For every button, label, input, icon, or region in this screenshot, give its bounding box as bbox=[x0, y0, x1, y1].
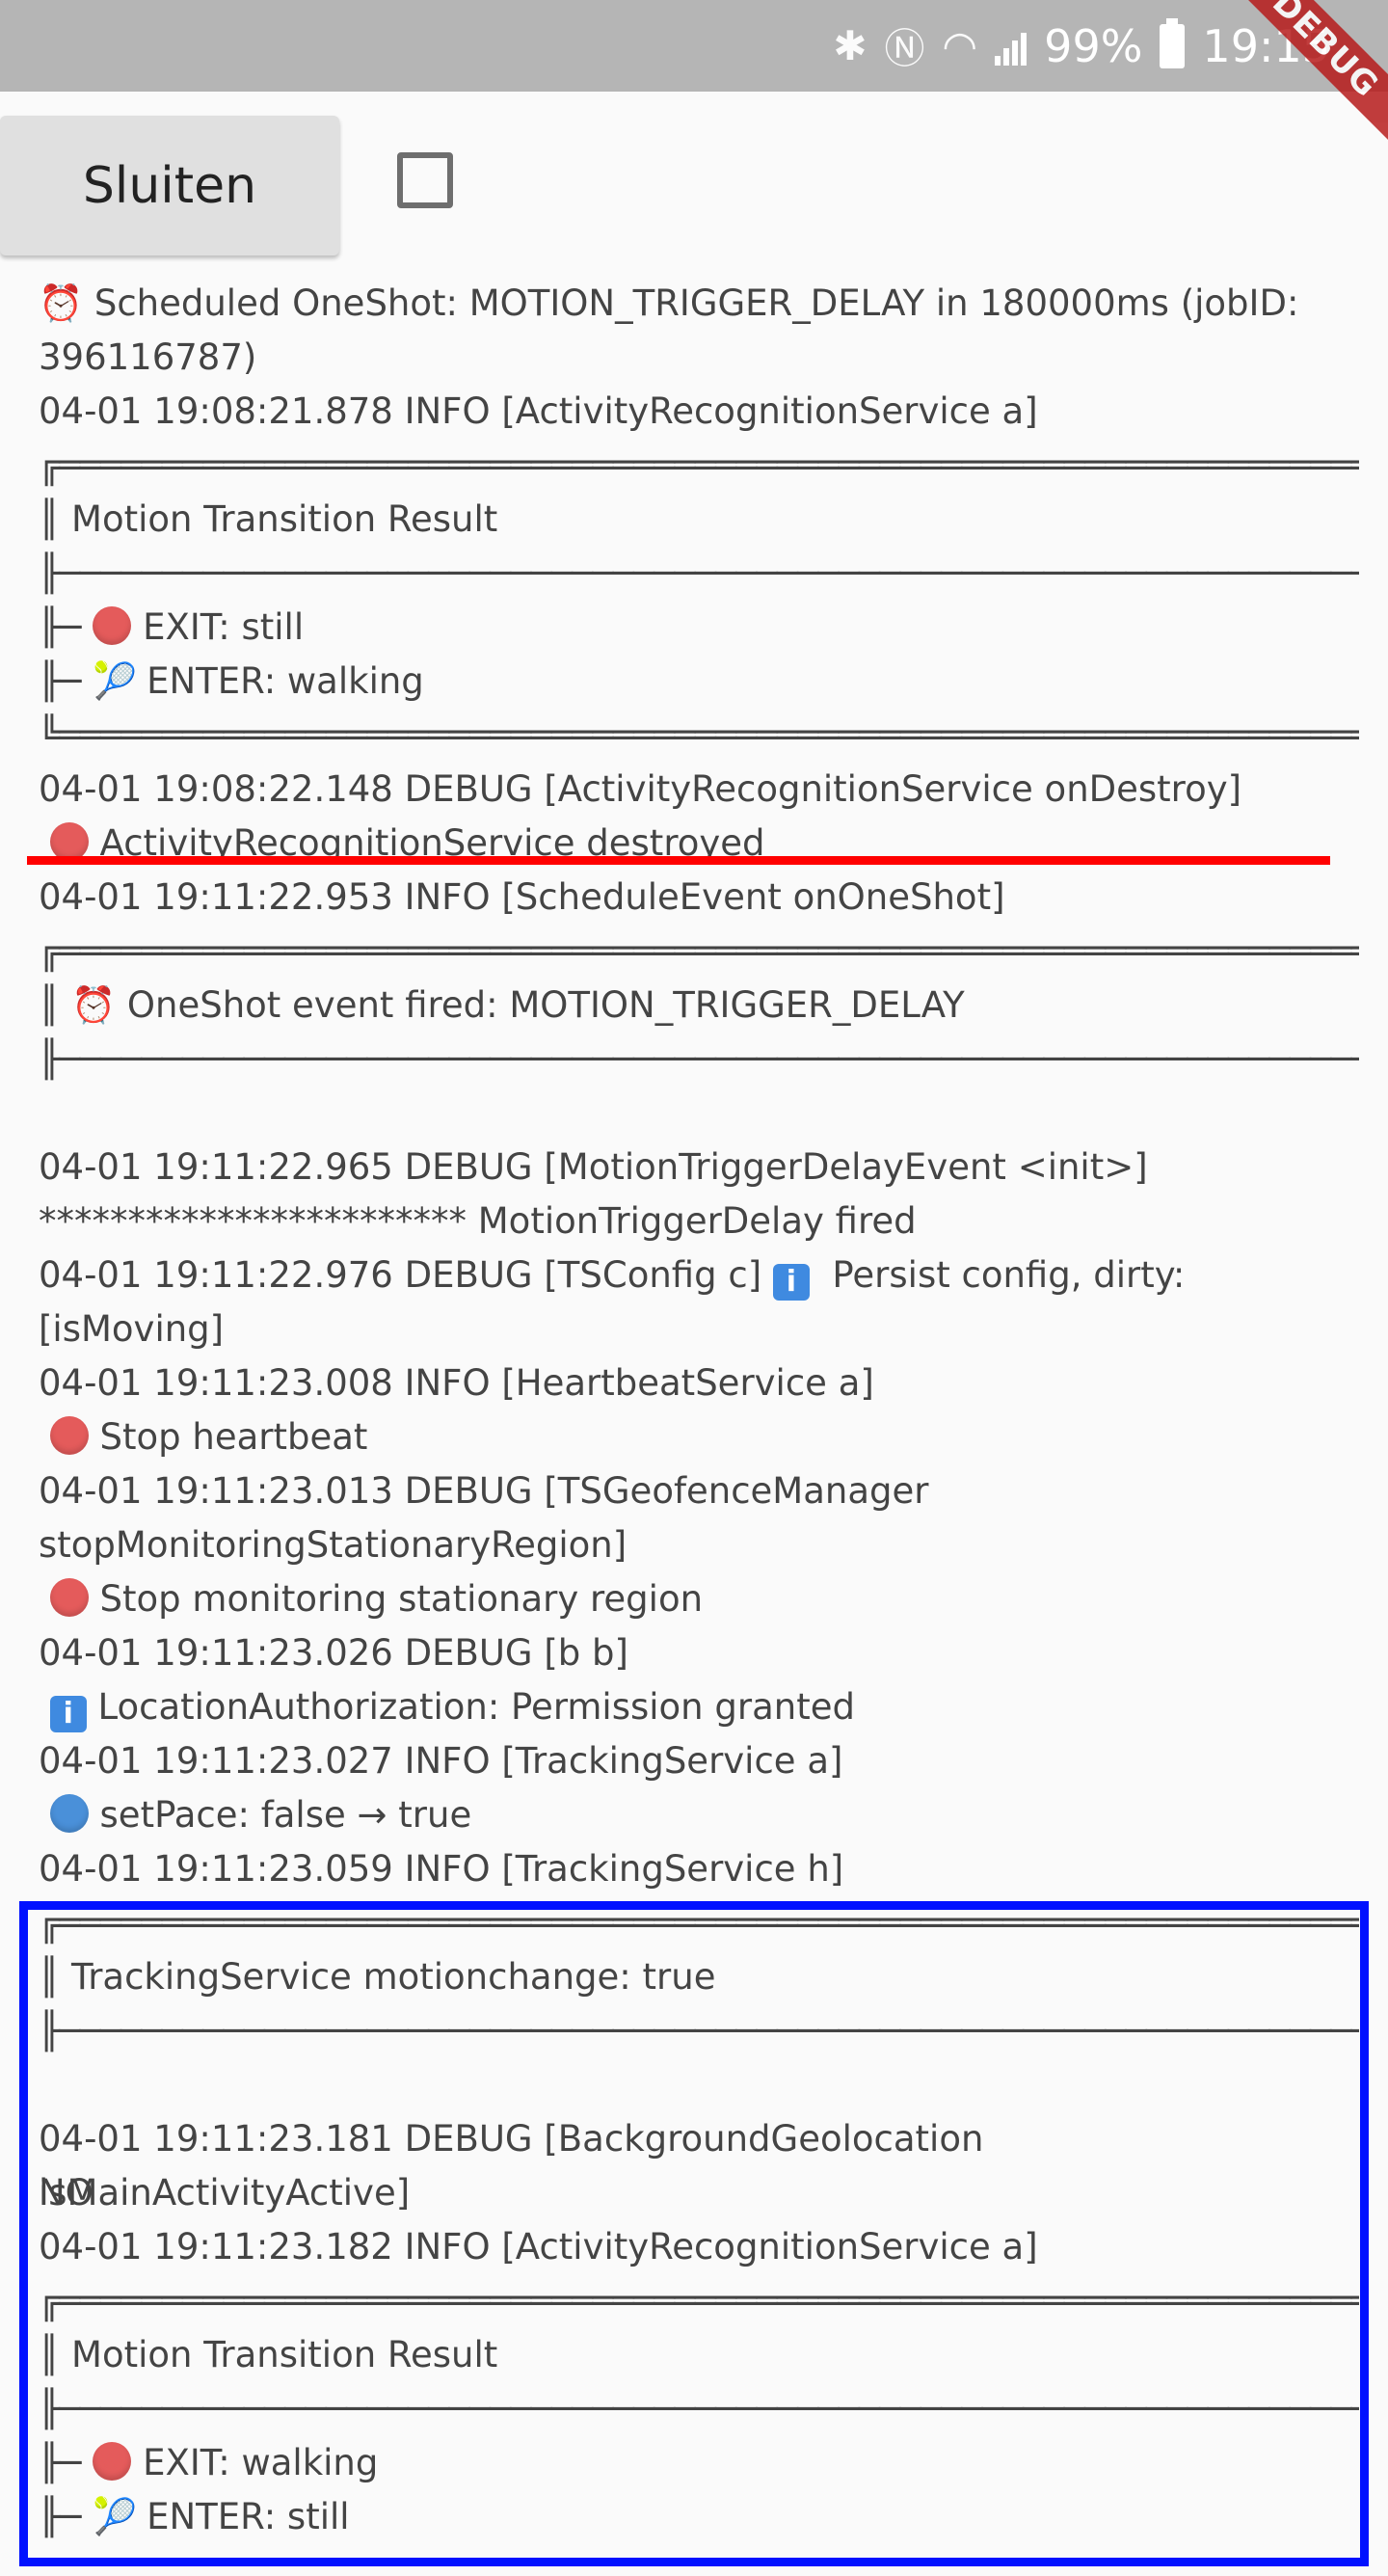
close-button[interactable]: Sluiten bbox=[0, 116, 339, 255]
log-line: ║ Motion Transition Result bbox=[39, 498, 498, 540]
log-text: Stop heartbeat bbox=[88, 1416, 368, 1458]
log-line: 04-01 19:11:23.013 DEBUG [TSGeofenceMana… bbox=[39, 1470, 929, 1512]
wifi-icon: ◠ bbox=[942, 22, 978, 69]
log-text: EXIT: still bbox=[131, 606, 305, 648]
highlight-underline bbox=[27, 856, 1330, 865]
checkbox[interactable] bbox=[397, 152, 453, 208]
log-line: 04-01 19:11:23.027 INFO [TrackingService… bbox=[39, 1740, 843, 1782]
log-line: Stop monitoring stationary region bbox=[39, 1572, 1359, 1626]
box-bottom-border: ╚═══════════════════════════════════════… bbox=[39, 714, 1359, 756]
battery-icon bbox=[1160, 17, 1186, 68]
status-icons: ✱ Ⓝ ◠ 99% 19:15 bbox=[833, 0, 1330, 92]
log-text: Persist config, dirty: bbox=[809, 1254, 1186, 1296]
log-line: 04-01 19:08:22.148 DEBUG [ActivityRecogn… bbox=[39, 768, 1242, 810]
log-line: ╟─ EXIT: still bbox=[39, 601, 1359, 655]
log-text: ENTER: walking bbox=[135, 660, 424, 702]
log-line: i LocationAuthorization: Permission gran… bbox=[39, 1680, 1359, 1734]
nfc-icon: Ⓝ bbox=[884, 25, 925, 72]
log-line: 04-01 19:11:23.008 INFO [HeartbeatServic… bbox=[39, 1362, 874, 1404]
red-circle-icon bbox=[93, 606, 132, 645]
log-line: ╟─ 🎾 ENTER: walking bbox=[39, 655, 1359, 709]
log-line: ************************ MotionTriggerDe… bbox=[39, 1200, 917, 1242]
red-circle-icon bbox=[49, 1416, 89, 1455]
log-line: 04-01 19:11:22.953 INFO [ScheduleEvent o… bbox=[39, 876, 1005, 918]
toolbar: Sluiten bbox=[0, 116, 1388, 255]
blue-circle-icon bbox=[49, 1794, 89, 1833]
box-divider: ╟───────────────────────────────────────… bbox=[39, 1038, 1359, 1080]
log-line: 04-01 19:11:22.976 DEBUG [TSConfig c] i … bbox=[39, 1248, 1359, 1302]
tree-branch: ╟─ bbox=[39, 606, 93, 648]
log-line: 04-01 19:08:21.878 INFO [ActivityRecogni… bbox=[39, 390, 1038, 432]
log-line: 04-01 19:11:23.026 DEBUG [b b] bbox=[39, 1632, 628, 1674]
info-icon: i bbox=[772, 1264, 810, 1301]
log-line: stopMonitoringStationaryRegion] bbox=[39, 1524, 627, 1566]
log-line: 396116787) bbox=[39, 336, 257, 378]
log-line: 04-01 19:11:23.059 INFO [TrackingService… bbox=[39, 1848, 844, 1890]
status-bar: ✱ Ⓝ ◠ 99% 19:15 DEBUG bbox=[0, 0, 1388, 164]
log-line: Stop heartbeat bbox=[39, 1410, 1359, 1464]
bluetooth-icon: ✱ bbox=[833, 22, 868, 69]
log-line: ║ ⏰ OneShot event fired: MOTION_TRIGGER_… bbox=[39, 984, 965, 1026]
log-text: 04-01 19:11:22.976 DEBUG [TSConfig c] bbox=[39, 1254, 773, 1296]
log-text: LocationAuthorization: Permission grante… bbox=[86, 1686, 855, 1728]
log-text: setPace: false → true bbox=[88, 1794, 472, 1836]
tennis-racket-icon: 🎾 bbox=[93, 660, 138, 702]
log-line: 04-01 19:11:22.965 DEBUG [MotionTriggerD… bbox=[39, 1146, 1148, 1188]
box-top-border: ╔═══════════════════════════════════════… bbox=[39, 444, 1359, 486]
log-line: setPace: false → true bbox=[39, 1788, 1359, 1842]
signal-icon bbox=[995, 27, 1028, 66]
highlight-box bbox=[19, 1901, 1369, 2566]
tree-branch: ╟─ bbox=[39, 660, 93, 702]
box-divider: ╟───────────────────────────────────────… bbox=[39, 552, 1359, 594]
log-line: ⏰ Scheduled OneShot: MOTION_TRIGGER_DELA… bbox=[39, 282, 1299, 324]
info-icon: i bbox=[49, 1696, 87, 1732]
red-circle-icon bbox=[49, 1578, 89, 1617]
log-text: Stop monitoring stationary region bbox=[88, 1578, 704, 1620]
red-circle-icon bbox=[49, 822, 89, 861]
battery-percent: 99% bbox=[1044, 19, 1143, 72]
box-top-border: ╔═══════════════════════════════════════… bbox=[39, 930, 1359, 972]
log-line: [isMoving] bbox=[39, 1308, 225, 1350]
